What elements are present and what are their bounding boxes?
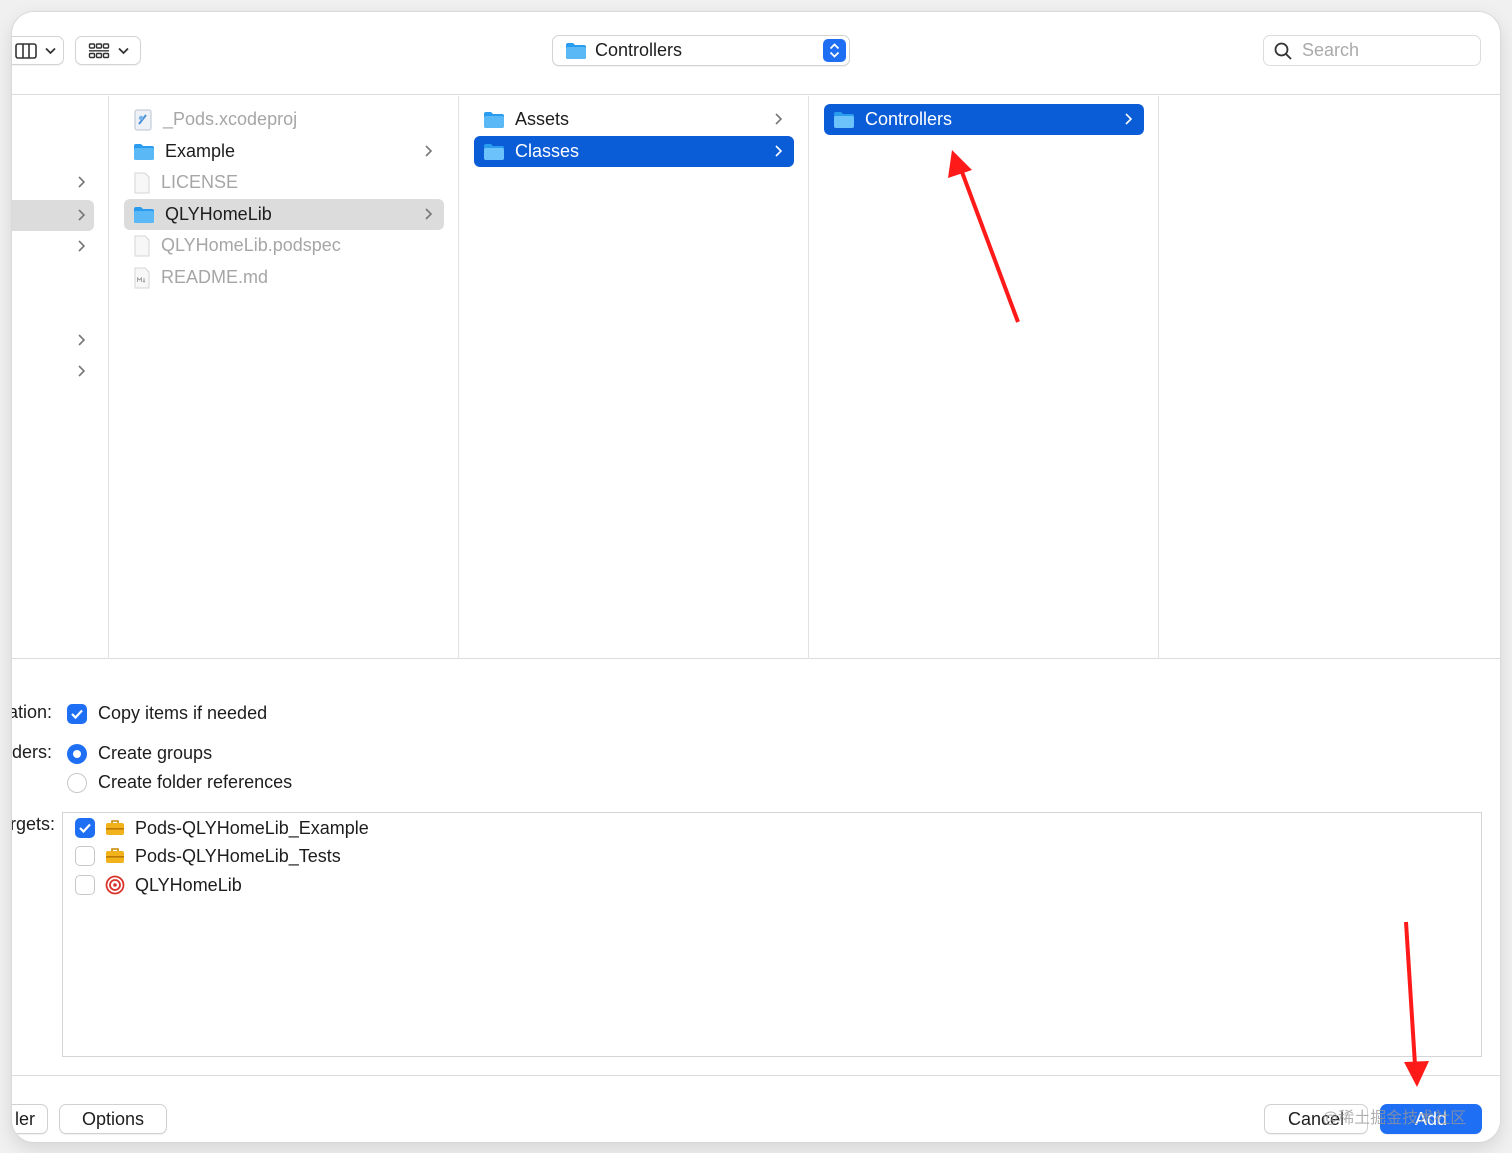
chevron-right-icon [78,209,86,221]
xcodeproj-icon [134,109,152,130]
file-row-label: README.md [161,267,269,287]
chevron-right-icon [78,240,86,252]
file-row-license[interactable]: LICENSE [124,167,444,198]
new-folder-button[interactable]: ler [12,1104,48,1134]
radio-selected-icon[interactable] [67,743,87,764]
toolbar: Controllers [12,12,1500,95]
file-row-label: LICENSE [161,172,239,192]
file-row-qlyhomelib[interactable]: QLYHomeLib [124,199,444,230]
add-to-targets-label: rgets: [12,814,56,834]
destination-label: ation: [12,702,53,722]
group-view-button[interactable] [75,36,141,65]
search-field[interactable] [1263,35,1481,66]
chevron-right-icon [775,113,783,125]
file-row-label: Controllers [865,109,953,129]
options-button[interactable]: Options [59,1104,167,1134]
create-folder-references-radio[interactable]: Create folder references [67,772,292,793]
file-row-controllers[interactable]: Controllers [824,104,1144,135]
create-groups-radio[interactable]: Create groups [67,743,212,764]
columns-icon [14,42,37,59]
target-label: QLYHomeLib [135,874,242,895]
chevron-right-icon [425,145,433,157]
chevron-right-icon [78,334,86,346]
folder-icon [834,111,854,128]
checkbox-checked-icon[interactable] [75,818,95,838]
target-icon [105,875,125,895]
dialog-footer: ler Options Cancel Add @稀土掘金技术社区 [12,1075,1500,1142]
grid-icon [88,42,109,58]
browser-column-0[interactable] [12,96,109,659]
browser-column-3: Controllers [809,96,1159,659]
radio-unselected-icon[interactable] [67,772,87,793]
added-folders-label: ders: [12,742,53,762]
chevron-right-icon [1125,113,1133,125]
file-row-podspec[interactable]: QLYHomeLib.podspec [124,230,444,261]
file-row-label: Classes [515,141,580,161]
file-row-label: Example [165,141,236,161]
file-row-classes[interactable]: Classes [474,136,794,167]
toolbox-icon [106,848,124,863]
target-label: Pods-QLYHomeLib_Tests [135,845,341,866]
markdown-icon [134,267,150,288]
chevron-right-icon [425,208,433,220]
chevron-right-icon [775,145,783,157]
chevron-down-icon [44,47,56,54]
location-popup[interactable]: Controllers [552,35,850,66]
popup-stepper[interactable] [823,39,846,62]
target-row-pods-example[interactable]: Pods-QLYHomeLib_Example [75,814,369,842]
file-row-label: QLYHomeLib.podspec [161,235,341,255]
chevron-right-icon [78,176,86,188]
checkbox-checked-icon[interactable] [67,703,87,724]
column-view-button[interactable] [12,36,64,65]
browser-column-2: Assets Classes [459,96,809,659]
location-popup-label: Controllers [595,40,683,60]
browser-column-1: _Pods.xcodeproj Example LICENSE QLYHomeL… [109,96,459,659]
target-label: Pods-QLYHomeLib_Example [135,817,369,838]
targets-list: Pods-QLYHomeLib_Example Pods-QLYHomeLib_… [62,812,1482,1057]
chevron-right-icon [78,365,86,377]
folder-icon [134,143,154,160]
file-row-label: _Pods.xcodeproj [163,109,298,129]
file-row-assets[interactable]: Assets [474,104,794,135]
document-icon [134,172,150,193]
folder-icon [484,111,504,128]
checkbox-unchecked-icon[interactable] [75,846,95,866]
folder-icon [484,143,504,160]
copy-items-label: Copy items if needed [98,703,268,723]
target-row-pods-tests[interactable]: Pods-QLYHomeLib_Tests [75,842,341,870]
create-folder-references-label: Create folder references [98,772,293,792]
chevron-down-icon [117,47,129,54]
copy-items-checkbox[interactable]: Copy items if needed [67,703,267,724]
add-options-panel: ation: Copy items if needed ders: Create… [12,660,1500,1075]
checkbox-unchecked-icon[interactable] [75,875,95,895]
add-files-dialog: Controllers Search _Pods.xcodeproj Examp… [12,12,1500,1142]
file-row-label: Assets [515,109,570,129]
folder-icon [566,42,586,59]
file-browser: _Pods.xcodeproj Example LICENSE QLYHomeL… [12,96,1500,659]
toolbox-icon [106,820,124,835]
create-groups-label: Create groups [98,743,213,763]
file-row-label: QLYHomeLib [165,204,272,224]
file-row-readme[interactable]: README.md [124,262,444,293]
document-icon [134,235,150,256]
search-icon [1274,42,1292,60]
file-row-pods-xcodeproj[interactable]: _Pods.xcodeproj [124,104,444,135]
search-input[interactable] [1302,40,1472,61]
file-row-example[interactable]: Example [124,136,444,167]
up-down-chevron-icon [829,43,840,58]
target-row-qlyhomelib[interactable]: QLYHomeLib [75,871,242,899]
folder-icon [134,206,154,223]
watermark: @稀土掘金技术社区 [1322,1110,1467,1127]
